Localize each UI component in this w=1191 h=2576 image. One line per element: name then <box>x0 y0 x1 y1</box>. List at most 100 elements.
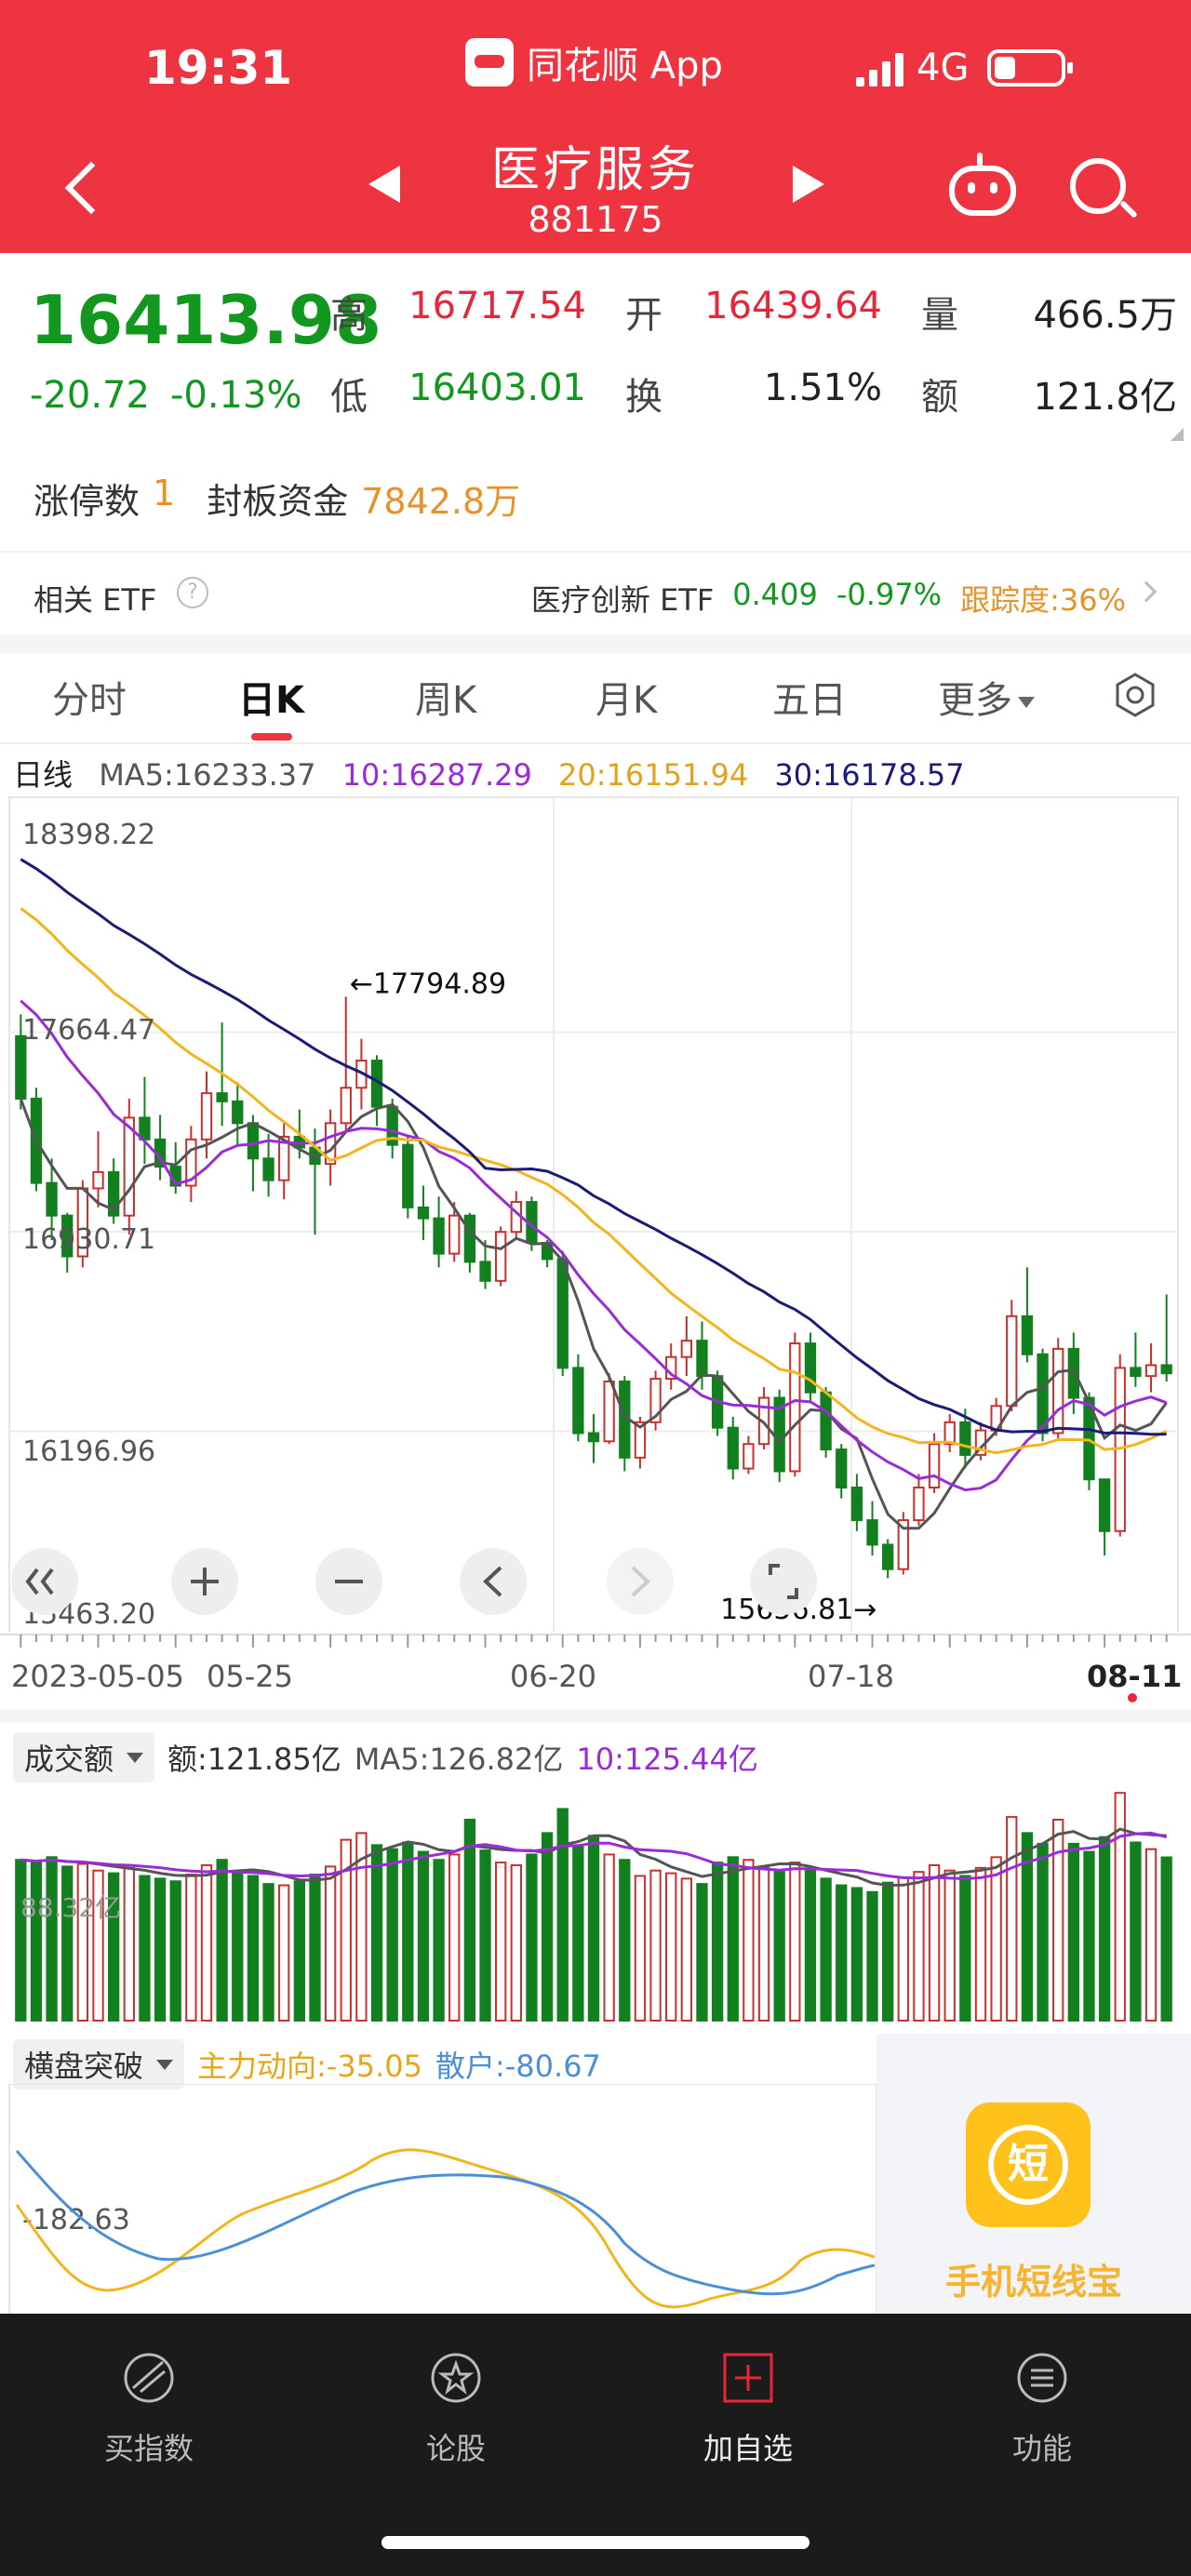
status-indicators: 4G <box>856 47 1074 89</box>
chart-frame <box>8 796 1179 1633</box>
volume-ma10: 10:125.44亿 <box>576 1742 758 1777</box>
volume-bar <box>850 1887 863 2022</box>
tab-monthly-k[interactable]: 月K <box>596 670 657 724</box>
price-axis-label: 18398.22 <box>22 819 155 851</box>
chevron-right-icon[interactable] <box>1135 581 1158 603</box>
volume-bar <box>510 1863 522 2022</box>
scroll-left-button[interactable] <box>460 1548 527 1615</box>
chart-period-tabs: 分时 日K 周K 月K 五日 更多 <box>0 653 1191 744</box>
add-watchlist-icon <box>723 2353 773 2403</box>
date-label: 08-11 <box>1087 1659 1183 1694</box>
ma30-value: 30:16178.57 <box>774 757 965 793</box>
price-axis-label: 16930.71 <box>22 1223 155 1256</box>
volume-bar <box>1083 1850 1095 2022</box>
change-value: -20.72 <box>30 374 150 417</box>
candle <box>1160 1294 1172 1381</box>
nav-buy-index[interactable]: 买指数 <box>56 2351 242 2468</box>
candle <box>974 1421 987 1461</box>
nav-label: 功能 <box>1011 2431 1072 2466</box>
volume-bar <box>370 1844 383 2022</box>
candle <box>1021 1267 1034 1363</box>
fullscreen-button[interactable] <box>750 1548 817 1615</box>
etf-label: 相关 ETF <box>33 582 157 618</box>
tab-five-day[interactable]: 五日 <box>772 670 847 724</box>
nav-discuss[interactable]: 论股 <box>363 2351 549 2468</box>
candle <box>1144 1343 1158 1393</box>
tab-daily-k[interactable]: 日K <box>238 670 304 724</box>
price-axis-label: 16196.96 <box>22 1435 155 1468</box>
ad-icon-char: 短 <box>988 2125 1068 2205</box>
next-stock-icon[interactable] <box>793 166 824 203</box>
zoom-out-button[interactable] <box>315 1548 382 1615</box>
volume-chart[interactable]: 88.32亿 <box>0 1777 1191 2023</box>
volume-bar <box>30 1862 43 2022</box>
prev-stock-icon[interactable] <box>368 166 400 203</box>
buy-index-icon <box>124 2353 174 2403</box>
indicator-chart[interactable]: -182.63 <box>0 2084 877 2335</box>
candle <box>92 1131 104 1208</box>
nav-label: 买指数 <box>103 2431 194 2466</box>
volume-bar <box>990 1856 1002 2022</box>
candle <box>108 1158 120 1224</box>
candle <box>913 1474 925 1526</box>
volume-bar <box>572 1845 584 2022</box>
zoom-in-button[interactable] <box>171 1548 238 1615</box>
price-axis-label: 17664.47 <box>22 1014 155 1047</box>
zoom-fit-button[interactable] <box>11 1548 78 1615</box>
date-label: 06-20 <box>510 1659 596 1694</box>
volume-bar <box>1098 1835 1111 2022</box>
candlestick-chart[interactable]: 18398.2217664.4716930.7116196.9615463.20… <box>0 795 1191 1633</box>
caret-down-icon <box>1018 697 1035 708</box>
volume-bar <box>603 1853 615 2022</box>
short-term-ad-banner[interactable]: 短 手机短线宝 <box>877 2034 1191 2335</box>
scroll-right-button[interactable] <box>607 1548 674 1615</box>
volume-bar <box>711 1862 724 2022</box>
volume-bar <box>789 1862 801 2022</box>
search-icon[interactable] <box>1070 158 1126 214</box>
section-divider <box>0 1710 1191 1723</box>
nav-functions[interactable]: 功能 <box>949 2351 1135 2468</box>
etf-name: 医疗创新 ETF <box>530 582 715 618</box>
candle <box>278 1123 290 1200</box>
stock-code: 881175 <box>528 199 663 240</box>
candle <box>402 1136 414 1219</box>
star-chat-icon <box>431 2353 481 2403</box>
volume-bar <box>634 1875 647 2022</box>
tab-more[interactable]: 更多 <box>938 670 1035 724</box>
tab-weekly-k[interactable]: 周K <box>415 670 476 724</box>
robot-assistant-icon[interactable] <box>949 153 1016 216</box>
etf-tracking: 跟踪度:36% <box>960 582 1126 618</box>
candle <box>185 1126 197 1203</box>
expand-corner-icon[interactable] <box>1171 428 1184 441</box>
high-label: 高 <box>330 294 368 337</box>
volume-bar <box>680 1877 692 2022</box>
low-label: 低 <box>330 376 368 419</box>
candle <box>665 1343 677 1390</box>
back-arrow-icon[interactable] <box>56 158 102 223</box>
tab-intraday[interactable]: 分时 <box>52 670 127 724</box>
chart-settings-icon[interactable] <box>1112 672 1158 718</box>
indicator-dropdown[interactable]: 横盘突破 <box>13 2039 185 2089</box>
candle <box>262 1133 274 1197</box>
candle <box>572 1354 584 1442</box>
volume-bar <box>1160 1856 1172 2022</box>
volume-bar <box>866 1890 878 2022</box>
candle <box>882 1539 894 1579</box>
help-icon[interactable]: ? <box>177 577 208 608</box>
volume-bar <box>123 1866 135 2022</box>
volume-bar <box>324 1865 337 2022</box>
volume-amount: 额:121.85亿 <box>167 1742 341 1777</box>
high-value: 16717.54 <box>408 285 586 327</box>
related-etf-row[interactable]: 相关 ETF ? 医疗创新 ETF 0.409 -0.97% 跟踪度:36% <box>0 551 1191 634</box>
candle <box>123 1098 135 1235</box>
today-marker <box>1128 1693 1137 1702</box>
volume-bar <box>46 1856 58 2022</box>
volume-bar <box>696 1883 708 2022</box>
volume-bar <box>1006 1816 1018 2022</box>
volume-bar <box>278 1884 290 2022</box>
ma-legend: 日线 MA5:16233.37 10:16287.29 20:16151.94 … <box>13 752 982 794</box>
nav-add-watchlist[interactable]: 加自选 <box>655 2351 841 2468</box>
volume-type-dropdown[interactable]: 成交额 <box>13 1732 155 1782</box>
amount-value: 121.8亿 <box>1033 376 1177 419</box>
menu-icon <box>1017 2353 1067 2403</box>
